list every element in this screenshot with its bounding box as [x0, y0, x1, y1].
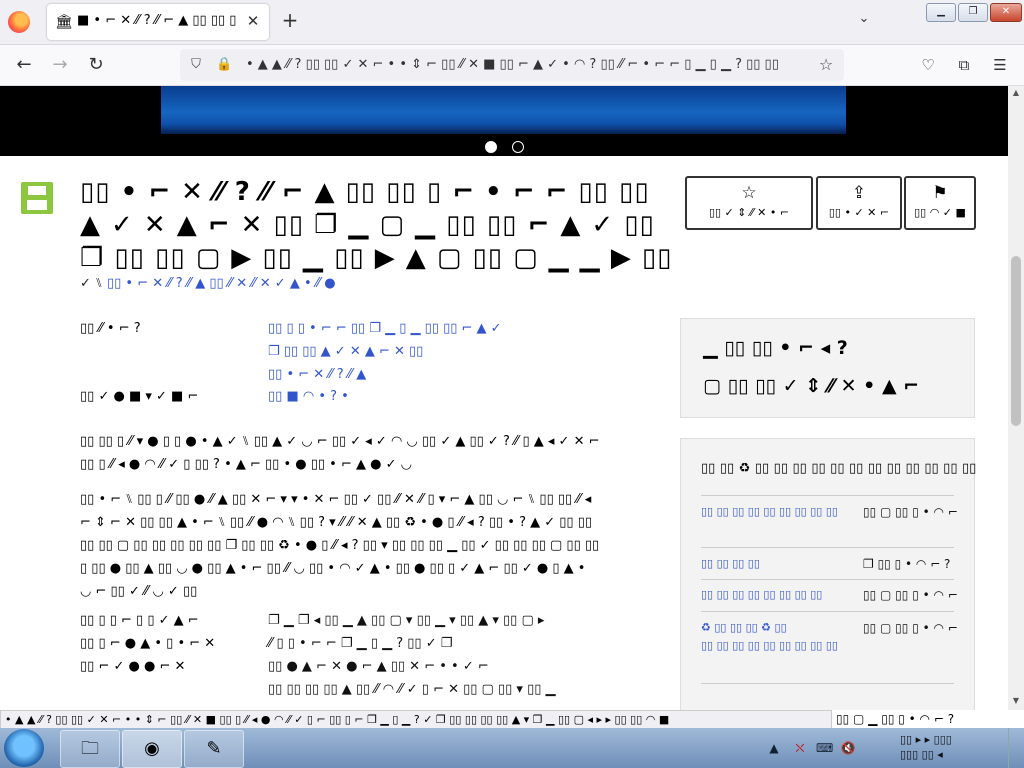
download-size-4: ▯▯ ▢ ▯▯ ▯ • ◠ ⌐ — [863, 621, 958, 635]
side-info-line-1: ▁ ▯▯ ▯▯ • ⌐ ◂ ? — [703, 337, 848, 359]
scroll-down-arrow-icon[interactable]: ▼ — [1011, 696, 1021, 706]
description-paragraph-1: ▯▯ ▯▯ ▯ ⁄⁄ ▾ ● ▯ ▯ ● • ▲ ✓ ⑊ ▯▯ ▲ ✓ ◡ ⌐ … — [80, 434, 600, 472]
flag-icon: ⚑ — [932, 183, 948, 203]
download-link-4[interactable]: ♻ ▯▯ ▯▯ ▯▯ ♻ ▯▯ — [701, 621, 787, 634]
taskbar: 🗀 ◉ ✎ ▲ ⛌ ⌨ 🔇 ▯▯ ▸ ▸ ▯▯▯ ▯▯▯ ▯▯ ◂ — [0, 728, 1024, 768]
url-text[interactable]: • ▲ ▲ ⁄⁄ ? ▯▯ ▯▯ ✓ ✕ ⌐ • • ⇕ ⌐ ▯▯ ⁄⁄ ✕ ■… — [246, 57, 786, 72]
favorite-label: ▯▯ ✓ ⇕ ⁄⁄ ✕ • ⌐ — [708, 206, 790, 219]
detail2-label-3: ▯▯ ⌐ ✓ ● ● ⌐ ✕ — [80, 659, 186, 674]
show-hidden-icons-icon[interactable]: ▲ — [766, 740, 782, 756]
detail2-value-4: ▯▯ ▯▯ ▯▯ ▯▯ ▲ ▯▯ ⁄⁄ ◠ ⁄⁄ ✓ ▯ ⌐ ✕ ▯▯ ▢ ▯▯… — [268, 682, 556, 697]
divider — [701, 579, 954, 580]
downloads-heading: ▯▯ ▯▯ ♻ ▯▯ ▯▯ ▯▯ ▯▯ ▯▯ ▯▯ ▯▯ ▯▯ ▯▯ ▯▯ ▯▯… — [701, 461, 977, 476]
download-link-3[interactable]: ▯▯ ▯▯ ▯▯ ▯▯ ▯▯ ▯▯ ▯▯ ▯▯ — [701, 588, 822, 601]
page-content: ▯▯ • ⌐ ✕ ⁄⁄ ? ⁄⁄ ⌐ ▲ ▯▯ ▯▯ ▯ ⌐ • ⌐ ⌐ ▯▯ … — [0, 86, 1008, 710]
extensions-icon[interactable]: ⧉ — [952, 53, 976, 77]
detail2-label-2: ▯▯ ▯ ⌐ ● ▲ • ▯ • ⌐ ✕ — [80, 636, 216, 651]
tab-close-icon[interactable]: ✕ — [243, 11, 263, 31]
navigation-bar: ← → ↻ ⛉ 🔒 • ▲ ▲ ⁄⁄ ? ▯▯ ▯▯ ✓ ✕ ⌐ • • ⇕ ⌐… — [0, 45, 1024, 86]
shield-icon[interactable]: ⛉ — [188, 57, 204, 73]
floppy-disk-icon — [21, 182, 53, 214]
carousel-dot-1[interactable] — [485, 141, 497, 153]
favorite-button[interactable]: ☆ ▯▯ ✓ ⇕ ⁄⁄ ✕ • ⌐ — [685, 176, 813, 230]
restore-button[interactable]: ❐ — [958, 3, 988, 22]
report-button[interactable]: ⚑ ▯▯ ◠ ✓ ■ — [904, 176, 976, 230]
share-label: ▯▯ • ✓ ✕ ⌐ — [828, 206, 890, 219]
detail-value-1[interactable]: ▯▯ ▯ ▯ • ⌐ ⌐ ▯▯ ❐ ▁ ▯ ▁ ▯▯ ▯▯ ⌐ ▲ ✓ — [268, 318, 568, 340]
museum-favicon-icon: 🏛 — [55, 14, 73, 30]
share-button[interactable]: ⇪ ▯▯ • ✓ ✕ ⌐ — [816, 176, 902, 230]
download-link-1[interactable]: ▯▯ ▯▯ ▯▯ ▯▯ ▯▯ ▯▯ ▯▯ ▯▯ ▯▯ — [701, 505, 838, 518]
tab-title: ■ • ⌐ ✕ ⁄⁄ ? ⁄⁄ ⌐ ▲ ▯▯ ▯▯ ▯▯ — [77, 13, 237, 28]
forward-button[interactable]: → — [48, 53, 72, 77]
url-bar[interactable]: ⛉ 🔒 • ▲ ▲ ⁄⁄ ? ▯▯ ▯▯ ✓ ✕ ⌐ • • ⇕ ⌐ ▯▯ ⁄⁄… — [180, 49, 844, 81]
download-size-2: ❐ ▯▯ ▯ • ◠ ⌐ ? — [863, 557, 951, 571]
detail2-value-2: ⁄⁄ ▯ ▯ • ⌐ ⌐ ❐ ▁ ▯ ▁ ? ▯▯ ✓ ❐ — [268, 636, 453, 651]
clock-date: ▯▯▯ ▯▯ ◂ — [900, 748, 943, 761]
divider — [701, 683, 954, 684]
minimize-button[interactable]: ▁ — [926, 3, 956, 22]
download-link-4b[interactable]: ▯▯ ▯▯ ▯▯ ▯▯ ▯▯ ▯▯ ▯▯ ▯▯ ▯▯ — [701, 639, 838, 652]
detail-value-1b[interactable]: ❐ ▯▯ ▯▯ ▲ ✓ ✕ ▲ ⌐ ✕ ▯▯ — [268, 341, 568, 363]
network-disconnected-icon[interactable]: ⛌ — [792, 740, 808, 756]
close-window-button[interactable]: ✕ — [990, 3, 1022, 22]
download-size-1: ▯▯ ▢ ▯▯ ▯ • ◠ ⌐ — [863, 505, 958, 519]
partial-size-text: ▯▯ ▢ ▁ ▯▯ ▯ • ◠ ⌐ ? — [836, 712, 955, 726]
detail-label-1: ▯▯ ⁄⁄ • ⌐ ? — [80, 321, 141, 336]
clock-time: ▯▯ ▸ ▸ ▯▯▯ — [900, 733, 952, 746]
downloads-box: ▯▯ ▯▯ ♻ ▯▯ ▯▯ ▯▯ ▯▯ ▯▯ ▯▯ ▯▯ ▯▯ ▯▯ ▯▯ ▯▯… — [680, 438, 977, 710]
menu-icon[interactable]: ☰ — [988, 53, 1012, 77]
detail-label-2: ▯▯ ✓ ● ■ ▾ ✓ ■ ⌐ — [80, 389, 199, 404]
new-tab-button[interactable]: + — [278, 9, 302, 33]
lock-icon[interactable]: 🔒 — [216, 57, 232, 73]
firefox-taskbar-icon[interactable]: ◉ — [122, 730, 182, 768]
detail2-value-1: ❐ ▁ ❐ ◂ ▯▯ ▁ ▲ ▯▯ ▢ ▾ ▯▯ ▁ ▾ ▯▯ ▲ ▾ ▯▯ ▢… — [268, 613, 545, 628]
side-info-line-2: ▢ ▯▯ ▯▯ ✓ ⇕ ⁄⁄ ✕ • ▲ ⌐ — [703, 375, 920, 397]
star-icon: ☆ — [741, 183, 757, 203]
status-bar-url: • ▲ ▲ ⁄⁄ ? ▯▯ ▯▯ ✓ ✕ ⌐ • • ⇕ ⌐ ▯▯ ⁄⁄ ✕ ■… — [0, 710, 832, 730]
page-title: ▯▯ • ⌐ ✕ ⁄⁄ ? ⁄⁄ ⌐ ▲ ▯▯ ▯▯ ▯ ⌐ • ⌐ ⌐ ▯▯ … — [80, 177, 673, 273]
author-line: ✓ ⑊ ▯▯ • ⌐ ✕ ⁄⁄ ? ⁄⁄ ▲ ▯▯ ⁄⁄ ✕ ⁄⁄ ✕ ✓ ▲ … — [80, 276, 520, 291]
divider — [701, 495, 954, 496]
hero-carousel — [0, 86, 1008, 156]
author-link[interactable]: ▯▯ • ⌐ ✕ ⁄⁄ ? ⁄⁄ ▲ ▯▯ ⁄⁄ ✕ ⁄⁄ ✕ ✓ ▲ • ⁄⁄… — [107, 276, 336, 291]
side-info-box: ▁ ▯▯ ▯▯ • ⌐ ◂ ? ▢ ▯▯ ▯▯ ✓ ⇕ ⁄⁄ ✕ • ▲ ⌐ — [680, 318, 975, 418]
detail2-value-3: ▯▯ ● ▲ ⌐ ✕ ● ⌐ ▲ ▯▯ ✕ ⌐ • • ✓ ⌐ — [268, 659, 489, 674]
reload-button[interactable]: ↻ — [84, 53, 108, 77]
share-icon: ⇪ — [851, 183, 867, 203]
download-size-3: ▯▯ ▢ ▯▯ ▯ • ◠ ⌐ — [863, 588, 958, 602]
carousel-dot-2[interactable] — [512, 141, 524, 153]
notepad-icon[interactable]: ✎ — [184, 730, 244, 768]
firefox-logo-icon[interactable] — [8, 11, 30, 33]
scrollbar-thumb[interactable] — [1011, 256, 1021, 426]
author-prefix: ✓ ⑊ — [80, 276, 103, 291]
tab-active[interactable]: 🏛 ■ • ⌐ ✕ ⁄⁄ ? ⁄⁄ ⌐ ▲ ▯▯ ▯▯ ▯▯ ✕ — [47, 4, 269, 40]
vertical-scrollbar[interactable]: ▲ ▼ — [1008, 86, 1024, 710]
display-icon[interactable]: ⌨ — [816, 740, 833, 756]
volume-muted-icon[interactable]: 🔇 — [840, 740, 856, 756]
file-explorer-icon[interactable]: 🗀 — [60, 730, 120, 768]
scroll-up-arrow-icon[interactable]: ▲ — [1011, 88, 1021, 98]
back-button[interactable]: ← — [12, 53, 36, 77]
carousel-image[interactable] — [161, 86, 846, 134]
detail-value-1c[interactable]: ▯▯ • ⌐ ✕ ⁄⁄ ? ⁄⁄ ▲ — [268, 364, 568, 386]
clock[interactable]: ▯▯ ▸ ▸ ▯▯▯ ▯▯▯ ▯▯ ◂ — [900, 732, 990, 762]
detail2-label-1: ▯▯ ▯ ▯ ⌐ ▯ ▯ ✓ ▲ ⌐ — [80, 613, 199, 628]
bookmark-star-icon[interactable]: ☆ — [818, 57, 834, 73]
list-tabs-button[interactable]: ⌄ — [854, 11, 874, 31]
start-button-icon[interactable] — [4, 729, 44, 767]
report-label: ▯▯ ◠ ✓ ■ — [914, 206, 966, 219]
pocket-icon[interactable]: ♡ — [916, 53, 940, 77]
divider — [701, 611, 954, 612]
download-link-2[interactable]: ▯▯ ▯▯ ▯▯ ▯▯ — [701, 557, 760, 570]
description-paragraph-2: ▯▯ • ⌐ ⑊ ▯▯ ▯ ⁄⁄ ▯▯ ● ⁄⁄ ▲ ▯▯ ✕ ⌐ ▾ ▾ • … — [80, 492, 600, 599]
detail-value-2[interactable]: ▯▯ ■ ◠ • ? • — [268, 386, 568, 408]
divider — [701, 547, 954, 548]
show-desktop-button[interactable] — [1008, 728, 1024, 768]
tab-strip: 🏛 ■ • ⌐ ✕ ⁄⁄ ? ⁄⁄ ⌐ ▲ ▯▯ ▯▯ ▯▯ ✕ + ⌄ ▁ ❐… — [0, 0, 1024, 45]
